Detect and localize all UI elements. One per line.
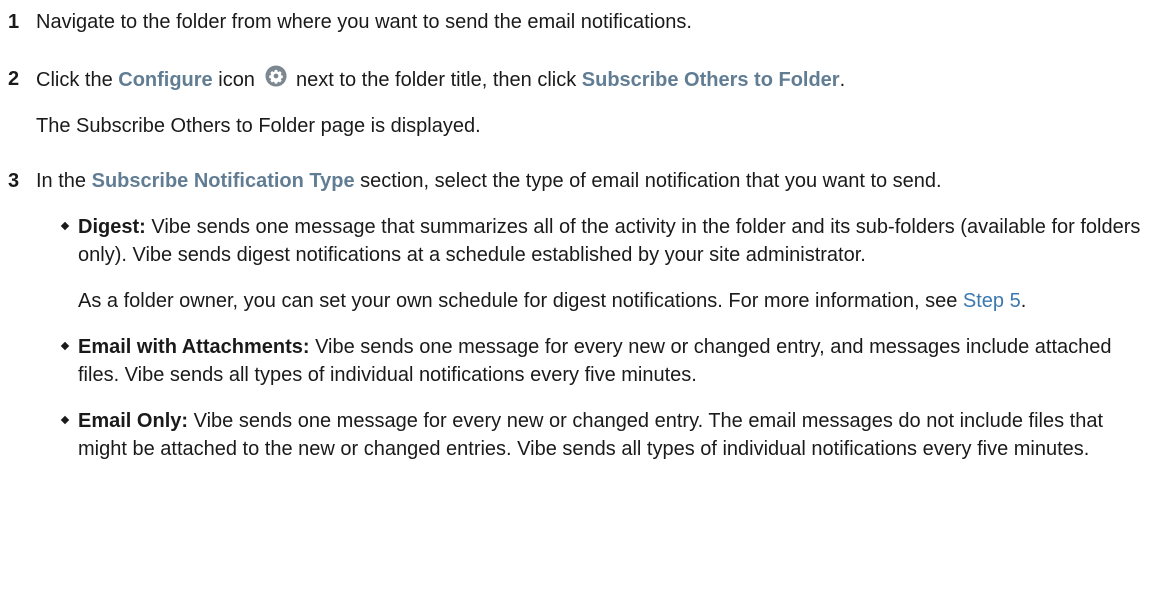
configure-label: Configure: [118, 69, 213, 91]
term-email-only: Email Only:: [78, 410, 189, 432]
subscribe-others-label: Subscribe Others to Folder: [581, 69, 840, 91]
diamond-bullet-icon: [60, 221, 70, 231]
step-1: 1 Navigate to the folder from where you …: [0, 8, 1168, 36]
step-5-link[interactable]: Step 5: [963, 290, 1021, 312]
step-text: Click the Configure icon next to the fol…: [36, 65, 1168, 94]
step-text: Navigate to the folder from where you wa…: [36, 11, 692, 33]
step-text: In the Subscribe Notification Type secti…: [36, 170, 942, 192]
document-page: 1 Navigate to the folder from where you …: [0, 0, 1168, 615]
list-item-text: Email with Attachments: Vibe sends one m…: [78, 336, 1112, 386]
list-item-email-only: Email Only: Vibe sends one message for e…: [36, 407, 1146, 463]
gear-icon: [264, 65, 287, 87]
diamond-bullet-icon: [60, 341, 70, 351]
step-2: 2 Click the Configure icon next to the f…: [0, 65, 1168, 140]
list-item-digest: Digest: Vibe sends one message that summ…: [36, 213, 1146, 315]
step-number: 2: [8, 68, 20, 90]
list-item-text: Email Only: Vibe sends one message for e…: [78, 410, 1104, 460]
term-digest: Digest:: [78, 216, 146, 238]
list-item-text: Digest: Vibe sends one message that summ…: [78, 216, 1141, 266]
notification-type-list: Digest: Vibe sends one message that summ…: [36, 213, 1168, 463]
step-3: 3 In the Subscribe Notification Type sec…: [0, 167, 1168, 463]
step-number: 3: [8, 170, 20, 192]
step-number: 1: [8, 11, 20, 33]
step-result: The Subscribe Others to Folder page is d…: [36, 115, 481, 137]
diamond-bullet-icon: [60, 415, 70, 425]
term-email-with-attachments: Email with Attachments:: [78, 336, 310, 358]
subscribe-notification-type-label: Subscribe Notification Type: [91, 170, 355, 192]
list-item-note: As a folder owner, you can set your own …: [78, 290, 1027, 312]
list-item-email-with-attachments: Email with Attachments: Vibe sends one m…: [36, 333, 1146, 389]
